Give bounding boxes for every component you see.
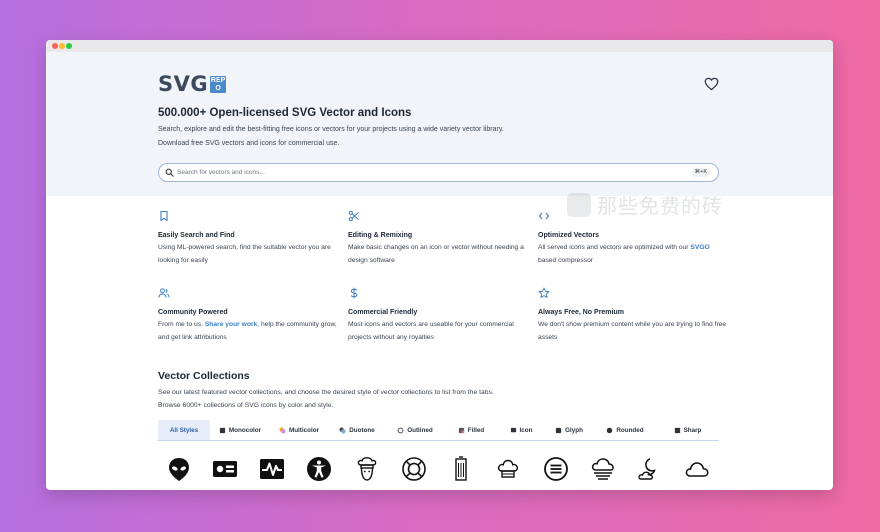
close-window-dot[interactable] bbox=[52, 43, 58, 49]
lifebuoy-icon[interactable] bbox=[401, 456, 427, 482]
feature-title: Community Powered bbox=[158, 309, 228, 316]
feature-commercial: Commercial Friendly Most icons and vecto… bbox=[348, 287, 538, 344]
tab-monocolor[interactable]: Monocolor bbox=[210, 420, 270, 440]
code-icon bbox=[538, 212, 550, 220]
glyph-icon bbox=[555, 427, 562, 433]
id-card-icon[interactable] bbox=[212, 456, 238, 482]
feature-description: We don't show premium content while you … bbox=[538, 321, 727, 341]
search-bar[interactable]: ⌘+K bbox=[158, 163, 719, 182]
sharp-icon bbox=[674, 427, 680, 433]
feature-description: Most icons and vectors are useable for y… bbox=[348, 321, 514, 341]
svgo-link[interactable]: SVGO bbox=[690, 244, 709, 251]
feature-title: Optimized Vectors bbox=[538, 232, 600, 239]
fog-icon[interactable] bbox=[590, 456, 616, 482]
feature-search: Easily Search and Find Using ML-powered … bbox=[158, 210, 348, 267]
tab-icon[interactable]: Icon bbox=[498, 420, 544, 440]
heartbeat-icon[interactable] bbox=[259, 456, 285, 482]
cloud-icon[interactable] bbox=[684, 456, 710, 482]
feature-editing: Editing & Remixing Make basic changes on… bbox=[348, 210, 538, 267]
feature-description: Make basic changes on an icon or vector … bbox=[348, 244, 524, 264]
filled-icon bbox=[458, 427, 464, 433]
rounded-icon bbox=[607, 427, 613, 433]
duotone-icon bbox=[339, 427, 346, 433]
feature-title: Easily Search and Find bbox=[158, 232, 235, 239]
collection-preview-icons bbox=[158, 456, 719, 486]
feature-description: Using ML-powered search, find the suitab… bbox=[158, 244, 331, 264]
style-tabs: All Styles Monocolor Multicolor Duotone … bbox=[158, 420, 719, 441]
logo-text: SVG bbox=[158, 72, 209, 96]
feature-title: Commercial Friendly bbox=[348, 309, 418, 316]
accessibility-icon[interactable] bbox=[306, 456, 332, 482]
scissors-icon bbox=[348, 210, 359, 222]
feature-community: Community Powered From me to us. Share y… bbox=[158, 287, 348, 344]
feature-optimized: Optimized Vectors All served icons and v… bbox=[538, 210, 728, 267]
outlined-icon bbox=[397, 427, 404, 433]
search-shortcut-badge: ⌘+K bbox=[691, 168, 710, 177]
tab-glyph[interactable]: Glyph bbox=[544, 420, 594, 440]
tab-multicolor[interactable]: Multicolor bbox=[270, 420, 328, 440]
tab-duotone[interactable]: Duotone bbox=[328, 420, 386, 440]
star-icon bbox=[538, 287, 550, 298]
chef-hat-icon[interactable] bbox=[495, 456, 521, 482]
list-circle-icon[interactable] bbox=[543, 456, 569, 482]
tab-sharp[interactable]: Sharp bbox=[656, 420, 719, 440]
monocolor-icon bbox=[219, 427, 226, 433]
building-icon[interactable] bbox=[448, 456, 474, 482]
dollar-icon bbox=[350, 287, 358, 299]
search-icon bbox=[165, 168, 174, 177]
hero-subtitle-line-1: Search, explore and edit the best-fittin… bbox=[158, 126, 504, 133]
feature-description: From me to us. Share your work, help the… bbox=[158, 321, 337, 341]
alien-icon[interactable] bbox=[166, 456, 192, 482]
window-titlebar bbox=[46, 40, 833, 52]
minimize-window-dot[interactable] bbox=[59, 43, 65, 49]
moon-cloud-icon[interactable] bbox=[637, 456, 663, 482]
collections-subtitle-line-1: See our latest featured vector collectio… bbox=[158, 389, 494, 396]
feature-title: Always Free, No Premium bbox=[538, 309, 624, 316]
heart-icon[interactable] bbox=[704, 77, 719, 91]
feature-description: All served icons and vectors are optimiz… bbox=[538, 244, 710, 264]
logo-badge: REPO bbox=[210, 75, 227, 93]
bookmark-icon bbox=[160, 210, 168, 222]
maximize-window-dot[interactable] bbox=[66, 43, 72, 49]
feature-free: Always Free, No Premium We don't show pr… bbox=[538, 287, 728, 344]
chef-icon[interactable] bbox=[354, 456, 380, 482]
tab-all-styles[interactable]: All Styles bbox=[158, 420, 210, 440]
vector-collections-title: Vector Collections bbox=[158, 370, 250, 382]
hero-section: SVG REPO 500.000+ Open-licensed SVG Vect… bbox=[46, 52, 833, 196]
tab-filled[interactable]: Filled bbox=[444, 420, 498, 440]
share-your-work-link[interactable]: Share your work bbox=[205, 321, 257, 328]
tab-rounded[interactable]: Rounded bbox=[594, 420, 656, 440]
page-title: 500.000+ Open-licensed SVG Vector and Ic… bbox=[158, 107, 412, 119]
browser-window: SVG REPO 500.000+ Open-licensed SVG Vect… bbox=[46, 40, 833, 490]
users-icon bbox=[158, 288, 170, 298]
svgrepo-logo[interactable]: SVG REPO bbox=[158, 72, 227, 96]
search-input[interactable] bbox=[177, 166, 657, 179]
icon-style-icon bbox=[510, 427, 516, 432]
feature-title: Editing & Remixing bbox=[348, 232, 413, 239]
collections-subtitle-line-2: Browse 6000+ collections of SVG icons by… bbox=[158, 402, 334, 409]
multicolor-icon bbox=[279, 427, 286, 433]
hero-subtitle-line-2: Download free SVG vectors and icons for … bbox=[158, 140, 340, 147]
tab-outlined[interactable]: Outlined bbox=[386, 420, 444, 440]
